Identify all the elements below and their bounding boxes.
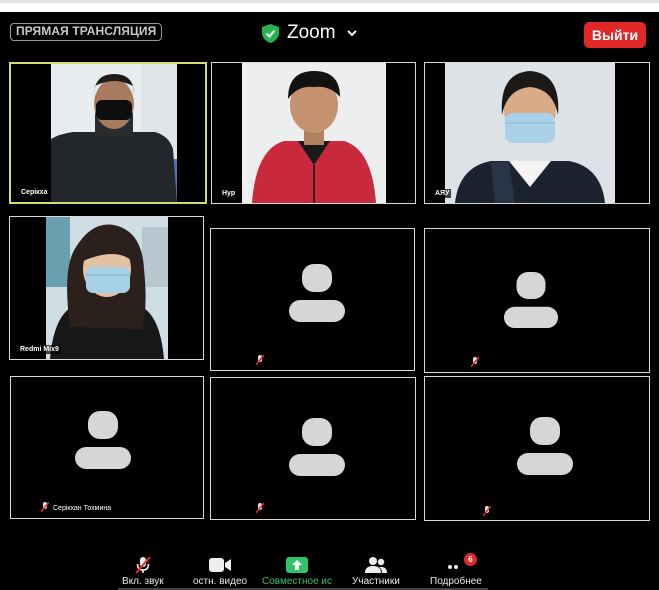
participant-tile-no-video[interactable] (210, 377, 416, 520)
participant-video-image (242, 63, 386, 203)
mic-muted-icon (471, 357, 479, 367)
participant-name: АЯУ (433, 189, 452, 198)
more-dots-icon (447, 565, 458, 569)
unmute-label: Вкл. звук (122, 576, 164, 587)
app-title: Zoom (287, 22, 336, 43)
mic-muted-icon (256, 503, 264, 513)
meeting-info-menu[interactable]: Zoom (262, 19, 358, 47)
mic-muted-icon (256, 355, 264, 365)
participant-tile-no-video[interactable] (210, 228, 415, 371)
participant-video-image (445, 63, 615, 203)
video-tile[interactable]: АЯУ (424, 62, 650, 204)
default-avatar-icon (503, 272, 559, 328)
mic-muted-icon (41, 502, 49, 512)
participant-tile-no-video[interactable] (424, 376, 650, 521)
participant-tile-no-video[interactable] (424, 228, 650, 373)
participant-name: Нур (220, 189, 238, 198)
default-avatar-icon (289, 418, 345, 476)
participants-label: Участники (352, 576, 400, 587)
video-tile[interactable]: Нур (211, 62, 416, 204)
stop-video-label: остн. видео (193, 576, 248, 587)
default-avatar-icon (75, 411, 131, 469)
chevron-down-icon (346, 30, 357, 37)
more-label: Подробнее (430, 576, 482, 587)
default-avatar-icon (517, 417, 573, 475)
share-screen-icon (286, 557, 308, 573)
stop-video-button[interactable]: остн. видео (193, 556, 247, 587)
more-button[interactable]: 6 Подробнее (430, 553, 482, 587)
zoom-meeting-window: ПРЯМАЯ ТРАНСЛЯЦИЯ Zoom Выйти Серікха Нур… (0, 12, 659, 590)
share-screen-label: Совместное ис (262, 576, 333, 587)
participants-button[interactable]: Участники (352, 556, 400, 587)
share-screen-button[interactable]: Совместное ис (262, 556, 332, 587)
live-stream-badge[interactable]: ПРЯМАЯ ТРАНСЛЯЦИЯ (10, 23, 163, 41)
participant-video-image (51, 64, 177, 202)
default-avatar-icon (289, 264, 345, 322)
participant-name: Redmi Mix9 (18, 345, 61, 354)
video-tile[interactable]: Redmi Mix9 (9, 216, 204, 360)
meeting-controls-toolbar: Вкл. звук остн. видео Совместное ис Учас… (0, 553, 659, 590)
mic-muted-icon (483, 506, 491, 516)
unmute-button[interactable]: Вкл. звук (122, 556, 164, 587)
video-tile[interactable]: Серікха (9, 62, 207, 204)
participant-name: Серікха (19, 188, 50, 197)
participant-video-image (46, 217, 168, 359)
notification-badge: 6 (463, 553, 477, 566)
participants-icon (364, 557, 387, 573)
video-camera-icon (209, 558, 232, 572)
window-top-edge (0, 0, 659, 12)
leave-meeting-button[interactable]: Выйти (584, 22, 646, 48)
mic-muted-icon (135, 556, 151, 574)
participant-name: Серікхан Тохмина (51, 504, 114, 513)
participant-tile-no-video[interactable]: Серікхан Тохмина (10, 376, 204, 519)
security-shield-icon (262, 23, 279, 43)
